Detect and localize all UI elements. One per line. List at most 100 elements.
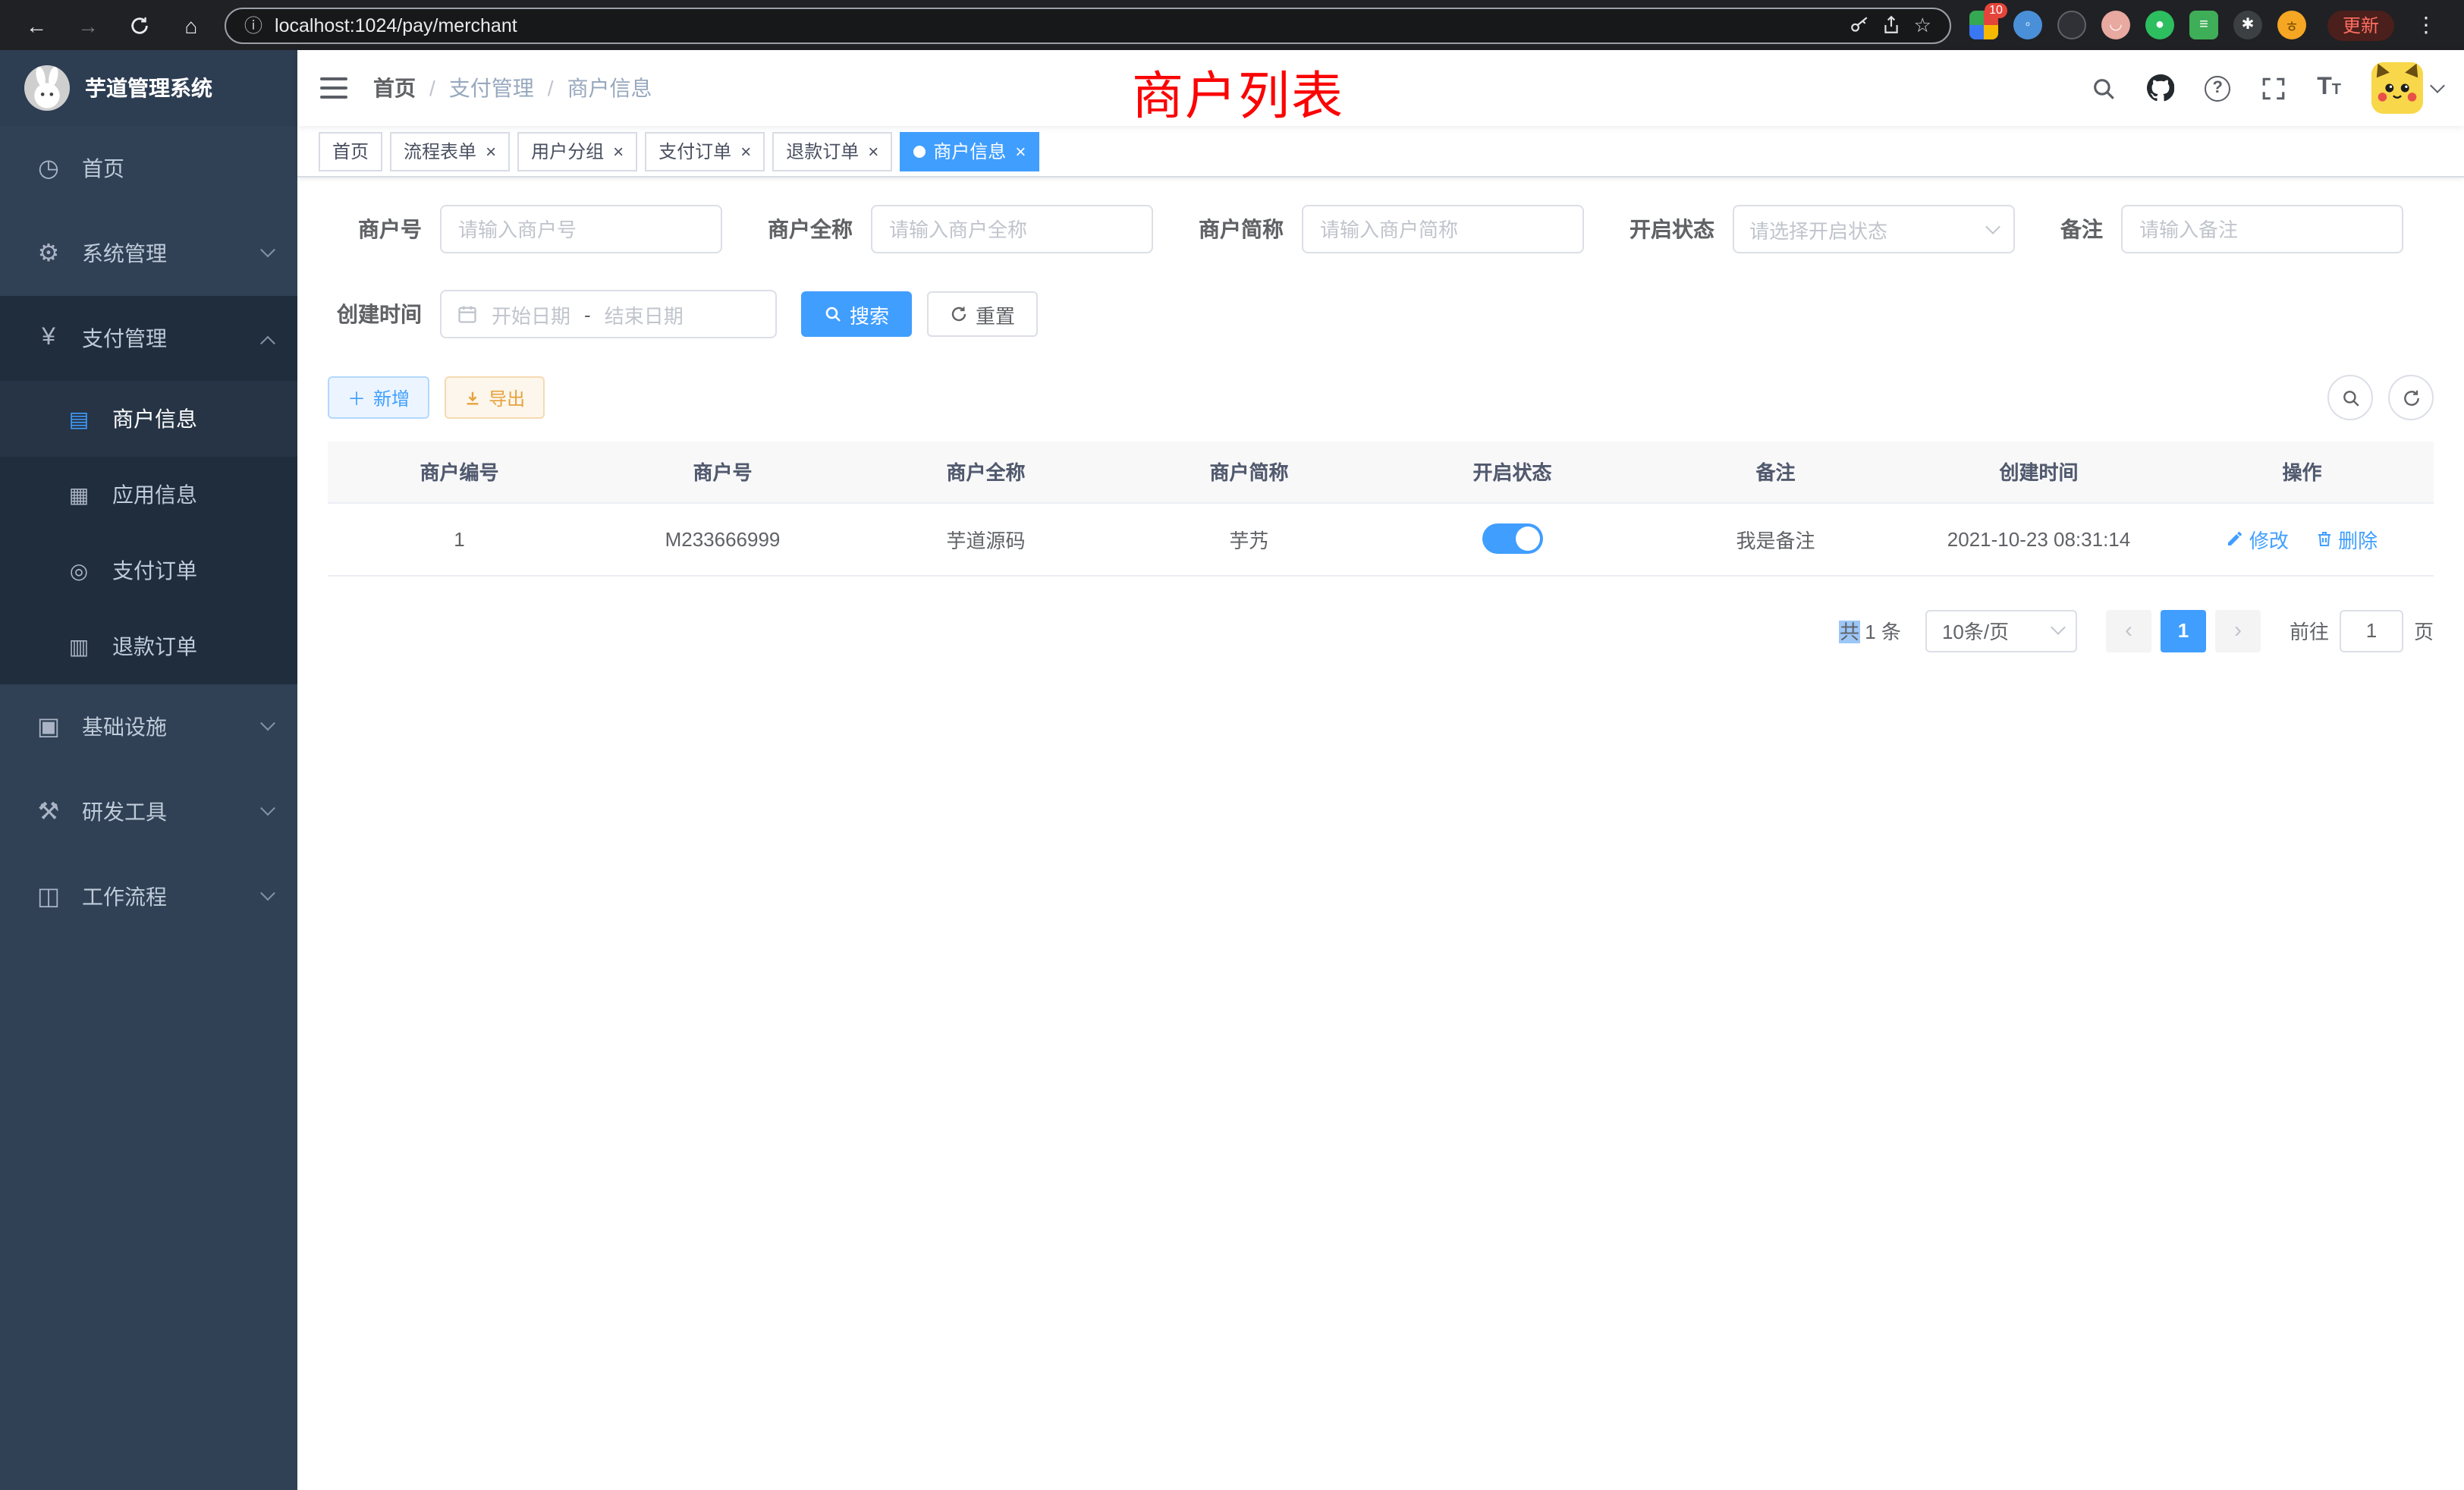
browser-extensions: 10 ◦ ◡ ● ≡ ✱ ㅎ 更新 ⋮ — [1963, 10, 2449, 40]
extension-green-circle-icon[interactable]: ● — [2145, 11, 2174, 39]
chevron-down-icon — [260, 715, 275, 730]
extension-avatar-icon[interactable]: ◡ — [2101, 11, 2130, 39]
cell-merchant-no: M233666999 — [591, 502, 854, 575]
github-icon[interactable] — [2147, 74, 2174, 102]
sidebar-menu: ◷ 首页 ⚙ 系统管理 ¥ 支付管理 ▤ 商户信息 — [0, 126, 297, 939]
user-avatar — [2371, 62, 2423, 114]
extension-palette-icon[interactable]: 10 — [1969, 11, 1998, 39]
sidebar-item-pay-order[interactable]: ◎ 支付订单 — [0, 533, 297, 608]
home-icon[interactable]: ⌂ — [176, 10, 206, 40]
tab-label: 支付订单 — [658, 138, 731, 164]
edit-link[interactable]: 修改 — [2227, 524, 2289, 553]
reload-icon[interactable] — [124, 10, 155, 40]
tab-home[interactable]: 首页 — [319, 131, 382, 171]
close-icon[interactable]: × — [868, 142, 878, 160]
sidebar-item-app-info[interactable]: ▦ 应用信息 — [0, 457, 297, 533]
browser-menu-icon[interactable]: ⋮ — [2409, 12, 2443, 38]
user-menu[interactable] — [2371, 62, 2443, 114]
tab-merchant-info[interactable]: 商户信息 × — [900, 131, 1039, 171]
plus-icon: ＋ — [347, 385, 366, 410]
create-time-range-input[interactable]: 开始日期 - 结束日期 — [440, 290, 777, 338]
password-key-icon[interactable] — [1850, 15, 1870, 35]
close-icon[interactable]: × — [613, 142, 624, 160]
app-logo[interactable]: 芋道管理系统 — [0, 50, 297, 126]
next-page-button[interactable]: › — [2215, 609, 2261, 652]
browser-update-button[interactable]: 更新 — [2327, 10, 2394, 40]
tab-refund-order[interactable]: 退款订单 × — [772, 131, 892, 171]
merchant-no-input[interactable] — [440, 205, 722, 253]
search-button[interactable]: 搜索 — [801, 291, 912, 337]
breadcrumb-separator: / — [548, 76, 554, 100]
fullscreen-icon[interactable] — [2261, 75, 2286, 101]
extension-drop-icon[interactable]: ◦ — [2013, 11, 2042, 39]
document-icon: ▥ — [61, 633, 97, 659]
status-toggle[interactable] — [1482, 523, 1543, 554]
field-label: 商户全称 — [768, 214, 853, 244]
prev-page-button[interactable]: ‹ — [2106, 609, 2151, 652]
sidebar-item-system[interactable]: ⚙ 系统管理 — [0, 211, 297, 296]
chevron-up-icon — [260, 335, 275, 350]
close-icon[interactable]: × — [1015, 142, 1026, 160]
active-dot — [913, 145, 926, 157]
extension-notes-icon[interactable]: ≡ — [2189, 11, 2218, 39]
goto-suffix: 页 — [2414, 616, 2434, 645]
sidebar-item-home[interactable]: ◷ 首页 — [0, 126, 297, 211]
goto-prefix: 前往 — [2290, 616, 2329, 645]
extension-badge: 10 — [1985, 3, 2007, 18]
merchant-short-input[interactable] — [1302, 205, 1584, 253]
monitor-icon: ▣ — [30, 712, 67, 742]
merchant-name-input[interactable] — [871, 205, 1153, 253]
field-label: 商户简称 — [1199, 214, 1284, 244]
delete-link[interactable]: 删除 — [2315, 524, 2378, 553]
sidebar-item-label: 系统管理 — [82, 238, 262, 269]
export-button[interactable]: 导出 — [445, 376, 545, 419]
extension-dark-icon[interactable] — [2057, 11, 2086, 39]
extension-pinwheel-icon[interactable]: ✱ — [2233, 11, 2262, 39]
search-icon[interactable] — [2091, 75, 2117, 101]
forward-icon[interactable]: → — [73, 10, 103, 40]
share-icon[interactable] — [1882, 15, 1902, 35]
url-bar[interactable]: ⓘ localhost:1024/pay/merchant ☆ — [225, 7, 1951, 43]
remark-input[interactable] — [2121, 205, 2403, 253]
help-icon[interactable]: ? — [2205, 75, 2230, 101]
refresh-table-button[interactable] — [2388, 375, 2434, 420]
refresh-icon — [950, 305, 968, 323]
bookmark-star-icon[interactable]: ☆ — [1914, 13, 1931, 37]
goto-page-input[interactable] — [2340, 609, 2403, 652]
sidebar-item-refund-order[interactable]: ▥ 退款订单 — [0, 608, 297, 684]
navbar: 首页 / 支付管理 / 商户信息 ? — [297, 50, 2464, 126]
date-separator: - — [584, 303, 591, 325]
toggle-search-button[interactable] — [2327, 375, 2373, 420]
grid-icon: ▦ — [61, 482, 97, 508]
status-select[interactable]: 请选择开启状态 — [1733, 205, 2015, 253]
tab-process-form[interactable]: 流程表单 × — [390, 131, 510, 171]
sidebar-item-workflow[interactable]: ◫ 工作流程 — [0, 854, 297, 939]
back-icon[interactable]: ← — [21, 10, 52, 40]
field-create-time: 创建时间 开始日期 - 结束日期 — [328, 290, 777, 338]
breadcrumb-home[interactable]: 首页 — [373, 73, 416, 103]
close-icon[interactable]: × — [486, 142, 496, 160]
sidebar-item-dev-tools[interactable]: ⚒ 研发工具 — [0, 769, 297, 854]
target-icon: ◎ — [61, 558, 97, 583]
link-label: 修改 — [2249, 524, 2289, 553]
close-icon[interactable]: × — [740, 142, 751, 160]
browser-nav-buttons: ← → ⌂ — [15, 10, 212, 40]
extension-emoji-icon[interactable]: ㅎ — [2277, 11, 2306, 39]
sidebar-item-infrastructure[interactable]: ▣ 基础设施 — [0, 684, 297, 769]
hamburger-icon[interactable] — [297, 77, 370, 99]
sidebar-item-label: 商户信息 — [112, 404, 273, 434]
page-button-1[interactable]: 1 — [2161, 609, 2206, 652]
sidebar-item-payment[interactable]: ¥ 支付管理 — [0, 296, 297, 381]
add-button[interactable]: ＋ 新增 — [328, 376, 429, 419]
sidebar-item-merchant-info[interactable]: ▤ 商户信息 — [0, 381, 297, 457]
gear-icon: ⚙ — [30, 238, 67, 269]
page-size-select[interactable]: 10条/页 — [1925, 609, 2077, 652]
font-size-icon[interactable]: TT — [2317, 76, 2341, 100]
site-info-icon[interactable]: ⓘ — [244, 12, 262, 38]
tab-user-group[interactable]: 用户分组 × — [517, 131, 637, 171]
tab-label: 用户分组 — [531, 138, 604, 164]
screen: ← → ⌂ ⓘ localhost:1024/pay/merchant ☆ 10… — [0, 0, 2464, 1490]
reset-button[interactable]: 重置 — [927, 291, 1038, 337]
tab-pay-order[interactable]: 支付订单 × — [645, 131, 765, 171]
sidebar-group-payment: ¥ 支付管理 ▤ 商户信息 ▦ 应用信息 ◎ 支付订单 — [0, 296, 297, 684]
